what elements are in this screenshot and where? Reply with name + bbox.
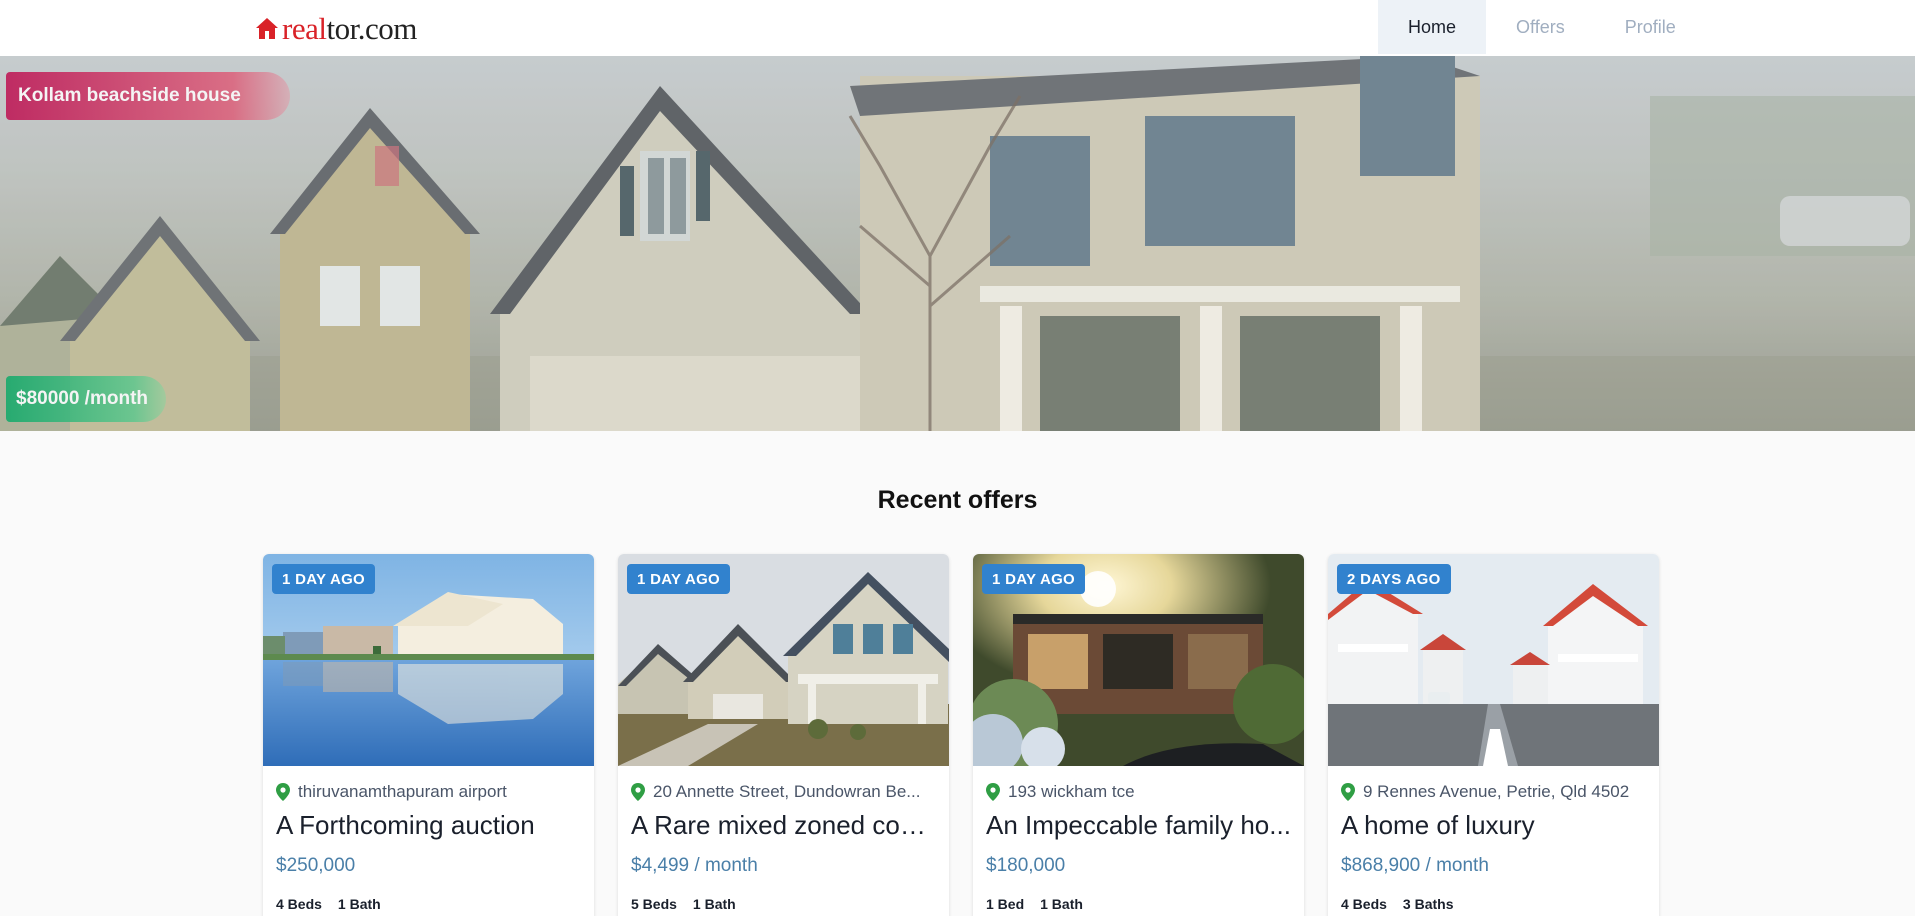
nav-home[interactable]: Home	[1378, 0, 1487, 54]
listing-location: thiruvanamthapuram airport	[276, 782, 582, 802]
listing-baths: 1 Bath	[337, 896, 381, 912]
map-pin-icon	[631, 783, 645, 801]
listing-title[interactable]: A home of luxury	[1341, 810, 1649, 841]
hero-carousel[interactable]: Kollam beachside house $80000 /month	[0, 56, 1915, 431]
hero-house-image	[0, 56, 1915, 431]
listing-baths: 1 Bath	[1040, 896, 1083, 912]
listing-card[interactable]: 2 DAYS AGO 9 Rennes Avenue, Petrie, Qld …	[1328, 554, 1659, 916]
listing-price: $180,000	[986, 855, 1066, 876]
map-pin-icon	[276, 783, 290, 801]
listing-title[interactable]: A Rare mixed zoned com...	[631, 810, 939, 841]
listing-location-text: 193 wickham tce	[1008, 782, 1135, 801]
listing-specs: 1 Bed 1 Bath	[986, 896, 1083, 912]
listing-location-text: 9 Rennes Avenue, Petrie, Qld 4502	[1363, 782, 1630, 801]
listing-location: 9 Rennes Avenue, Petrie, Qld 4502	[1341, 782, 1647, 802]
posted-badge: 1 DAY AGO	[272, 564, 376, 594]
listing-image: 2 DAYS AGO	[1328, 554, 1659, 766]
listing-card[interactable]: 1 DAY AGO 20 Annette Street, Dundowran B…	[618, 554, 949, 916]
listing-beds: 1 Bed	[986, 896, 1025, 912]
hero-title-badge[interactable]: Kollam beachside house	[6, 72, 290, 120]
posted-badge: 2 DAYS AGO	[1337, 564, 1451, 594]
posted-badge: 1 DAY AGO	[982, 564, 1086, 594]
top-navbar: realtor.com Home Offers Profile	[0, 0, 1915, 56]
listing-title[interactable]: A Forthcoming auction	[276, 810, 584, 841]
listing-price: $4,499 / month	[631, 855, 758, 876]
listing-image: 1 DAY AGO	[263, 554, 594, 766]
listing-price: $250,000	[276, 855, 356, 876]
listing-location: 193 wickham tce	[986, 782, 1292, 802]
map-pin-icon	[986, 783, 1000, 801]
listing-location-text: thiruvanamthapuram airport	[298, 782, 507, 801]
listing-location-text: 20 Annette Street, Dundowran Be...	[653, 782, 921, 801]
listing-specs: 5 Beds 1 Bath	[631, 896, 736, 912]
listing-baths: 1 Bath	[692, 896, 736, 912]
listing-specs: 4 Beds 1 Bath	[276, 896, 381, 912]
realtor-logo[interactable]: realtor.com	[254, 12, 417, 44]
main-nav: Home Offers Profile	[1378, 0, 1706, 54]
listing-beds: 5 Beds	[631, 896, 677, 912]
logo-wordmark: realtor.com	[282, 13, 417, 44]
hero-price-badge: $80000 /month	[6, 376, 166, 422]
listing-baths: 3 Baths	[1402, 896, 1454, 912]
listing-image: 1 DAY AGO	[618, 554, 949, 766]
listing-card[interactable]: 1 DAY AGO 193 wickham tce An Impeccable …	[973, 554, 1304, 916]
nav-offers[interactable]: Offers	[1486, 0, 1595, 54]
recent-offers-title: Recent offers	[877, 486, 1038, 514]
logo-text-dark: tor.com	[326, 10, 417, 46]
house-icon	[256, 18, 278, 39]
listing-price: $868,900 / month	[1341, 855, 1489, 876]
posted-badge: 1 DAY AGO	[627, 564, 731, 594]
listing-specs: 4 Beds 3 Baths	[1341, 896, 1454, 912]
logo-text-red: real	[282, 10, 327, 46]
nav-profile[interactable]: Profile	[1595, 0, 1706, 54]
map-pin-icon	[1341, 783, 1355, 801]
listing-card[interactable]: 1 DAY AGO thiruvanamthapuram airport A F…	[263, 554, 594, 916]
listing-image: 1 DAY AGO	[973, 554, 1304, 766]
listing-beds: 4 Beds	[1341, 896, 1387, 912]
listing-title[interactable]: An Impeccable family ho...	[986, 810, 1294, 841]
listing-location: 20 Annette Street, Dundowran Be...	[631, 782, 937, 802]
listing-beds: 4 Beds	[276, 896, 322, 912]
